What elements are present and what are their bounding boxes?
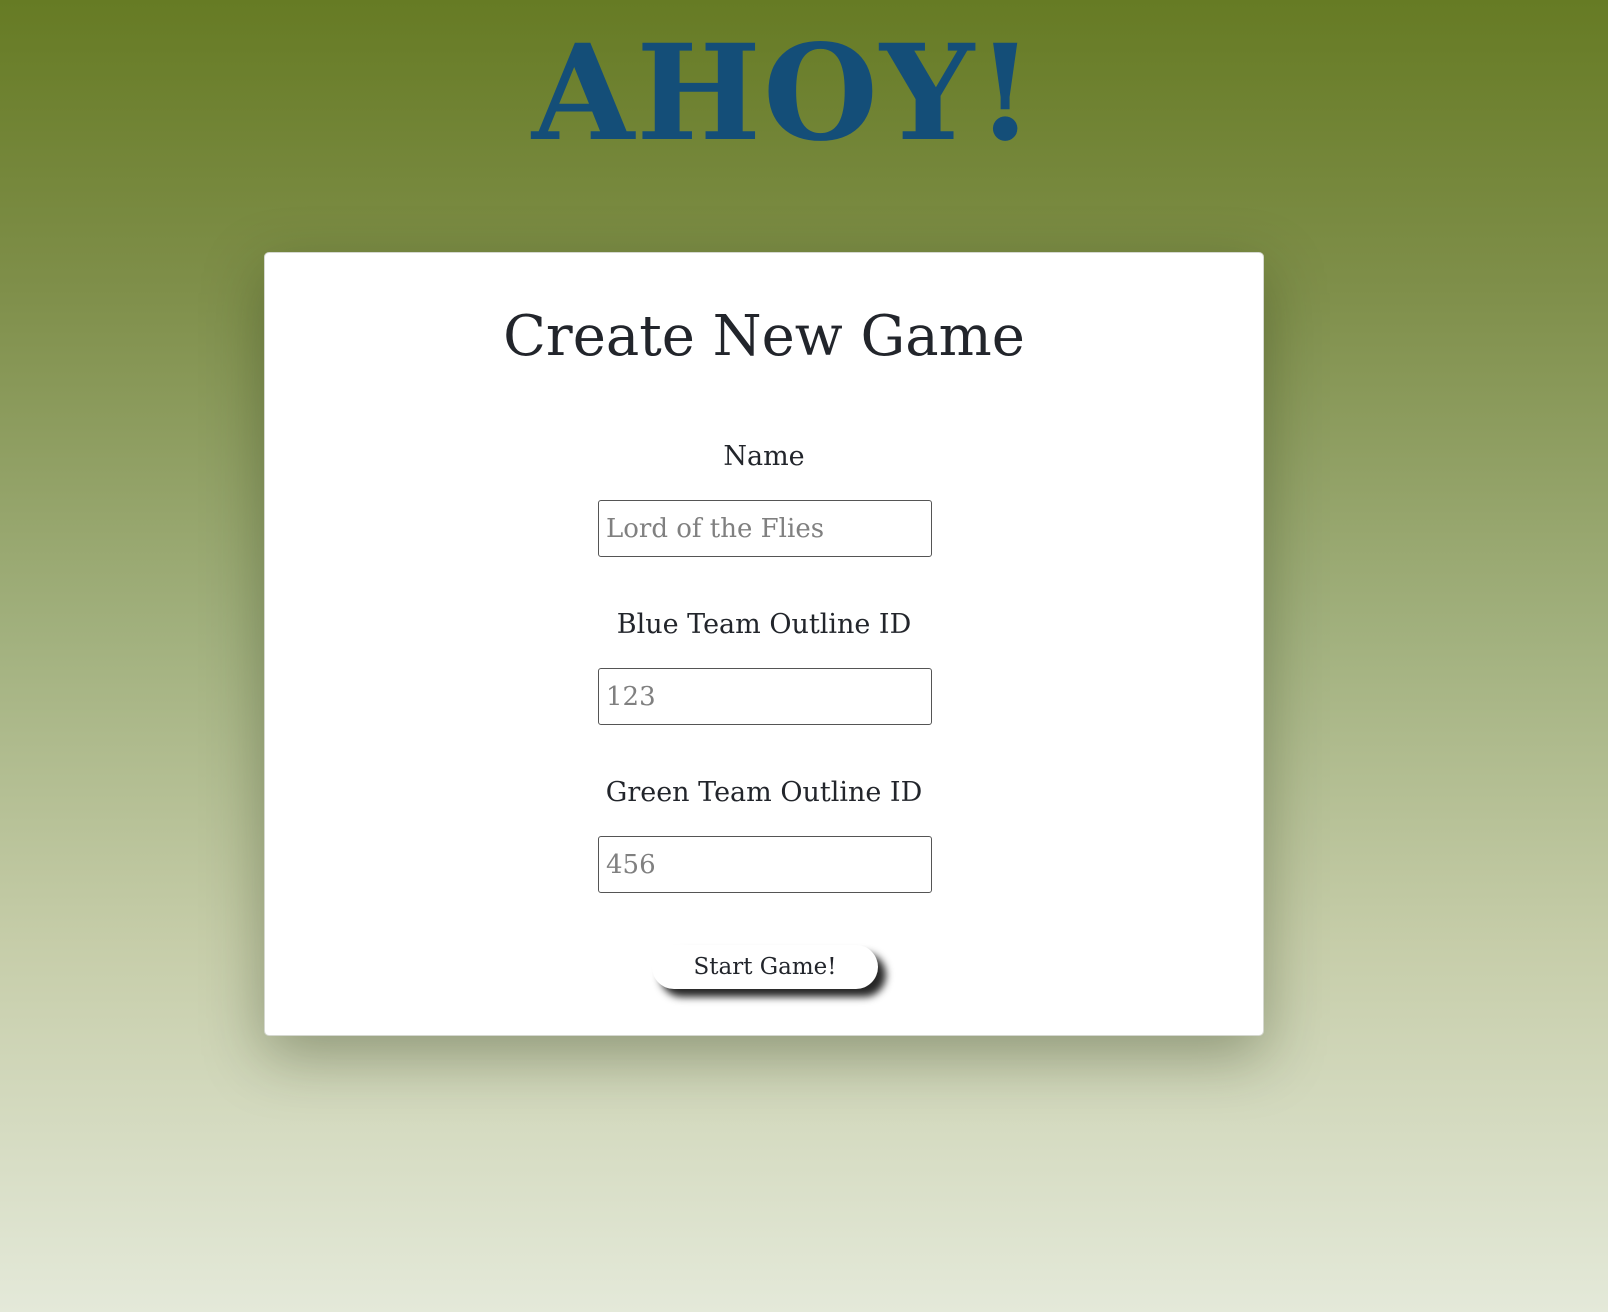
start-game-button[interactable]: Start Game! bbox=[652, 945, 878, 989]
name-input[interactable] bbox=[598, 500, 932, 557]
green-team-outline-id-label: Green Team Outline ID bbox=[605, 777, 923, 808]
create-game-card: Create New Game Name Blue Team Outline I… bbox=[264, 252, 1264, 1036]
name-label: Name bbox=[723, 441, 805, 472]
ahoy-logo: AHOY! bbox=[531, 16, 1037, 171]
blue-team-outline-id-input[interactable] bbox=[598, 668, 932, 725]
green-team-outline-id-input[interactable] bbox=[598, 836, 932, 893]
blue-team-outline-id-label: Blue Team Outline ID bbox=[616, 609, 912, 640]
page-title: Create New Game bbox=[503, 304, 1025, 369]
